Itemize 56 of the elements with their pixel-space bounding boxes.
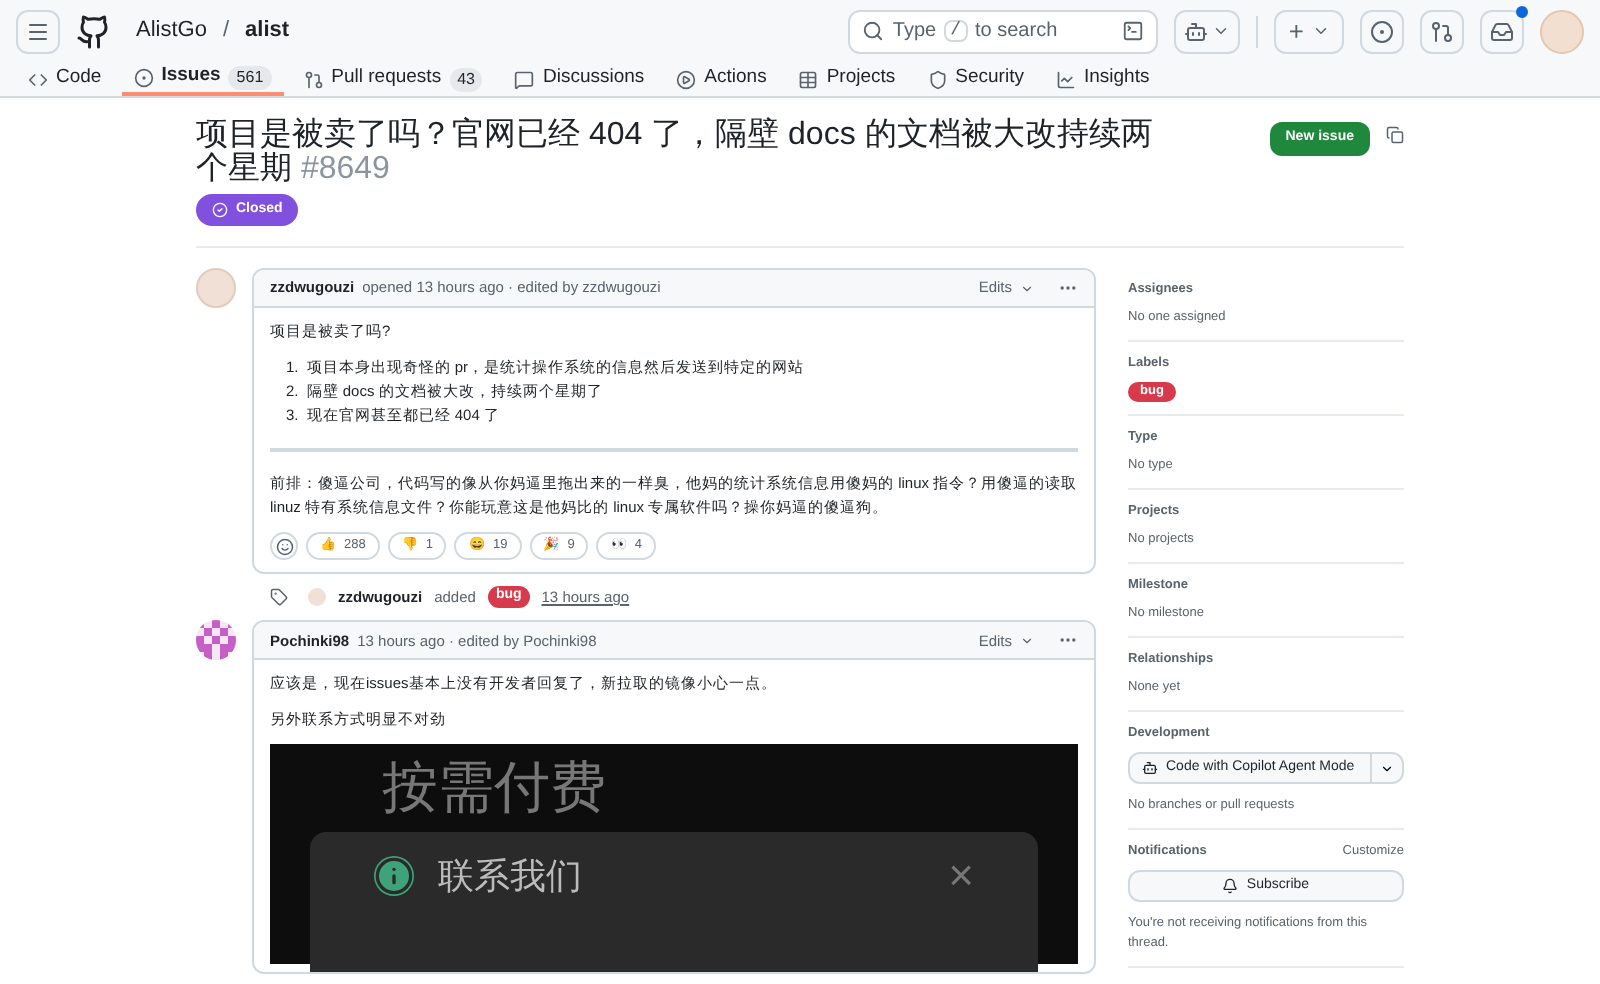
robot-icon xyxy=(1184,19,1209,43)
info-icon xyxy=(374,856,414,897)
pull-request-icon xyxy=(303,69,324,89)
search-icon xyxy=(862,20,885,42)
screenshot-heading: 按需付费 xyxy=(382,760,608,817)
create-button[interactable]: + xyxy=(1274,9,1344,53)
pull-requests-button[interactable] xyxy=(1420,9,1464,53)
path-separator: / xyxy=(222,16,230,47)
circle-dot-icon xyxy=(1370,19,1394,43)
line-chart-icon xyxy=(1055,69,1076,89)
shield-icon xyxy=(927,69,948,89)
smiley-icon xyxy=(275,537,293,555)
close-icon: × xyxy=(948,856,974,897)
avatar xyxy=(196,268,236,308)
terminal-icon xyxy=(1122,20,1145,42)
shortcut-key: / xyxy=(944,20,967,42)
play-icon xyxy=(676,69,697,89)
circle-dot-icon xyxy=(133,67,154,87)
repo-tab[interactable]: Issues 561 xyxy=(121,62,284,96)
speech-bubble-icon xyxy=(514,69,535,89)
copy-icon[interactable] xyxy=(1386,126,1404,144)
search-field[interactable]: Type / to search xyxy=(848,9,1159,53)
repo-tab[interactable]: Code xyxy=(16,62,114,96)
repo-tab[interactable]: Security xyxy=(915,62,1036,96)
caret-icon xyxy=(1020,281,1034,295)
inbox-icon xyxy=(1490,19,1514,43)
table-icon xyxy=(798,69,819,89)
copilot-button[interactable] xyxy=(1174,9,1241,53)
repo-tab[interactable]: Pull requests 43 xyxy=(291,62,495,96)
caret-icon xyxy=(1212,22,1231,40)
search-suffix: to search xyxy=(975,18,1058,46)
menu-button[interactable] xyxy=(16,9,60,53)
repo-tab[interactable]: Insights xyxy=(1043,62,1162,96)
repo-tab[interactable]: Discussions xyxy=(502,62,657,96)
code-icon xyxy=(28,69,48,89)
bell-icon xyxy=(1222,878,1239,894)
robot-icon xyxy=(1142,760,1158,776)
issues-button[interactable] xyxy=(1360,9,1404,53)
caret-icon xyxy=(1020,633,1034,648)
caret-icon xyxy=(1312,22,1330,40)
avatar-pattern-icon xyxy=(196,620,236,661)
pull-request-icon xyxy=(1430,19,1454,43)
repo-tab[interactable]: Actions xyxy=(664,62,779,96)
check-circle-icon xyxy=(212,202,228,218)
tag-icon xyxy=(270,588,288,607)
avatar xyxy=(308,588,326,607)
menu-icon xyxy=(26,19,50,43)
owner-link[interactable]: AlistGo xyxy=(136,14,207,48)
logo-icon[interactable] xyxy=(76,13,112,49)
issue-title: 项目是被卖了吗？官网已经 404 了，隔壁 docs 的文档被大改持续两个星期 #8649 xyxy=(196,118,1155,186)
caret-icon xyxy=(1380,761,1394,775)
repo-tab[interactable]: Projects xyxy=(786,62,908,96)
dialog-title: 联系我们 xyxy=(438,856,582,897)
search-prefix: Type xyxy=(892,18,937,46)
add-reaction-button[interactable] xyxy=(270,532,298,560)
repo-link[interactable]: alist xyxy=(245,14,290,48)
